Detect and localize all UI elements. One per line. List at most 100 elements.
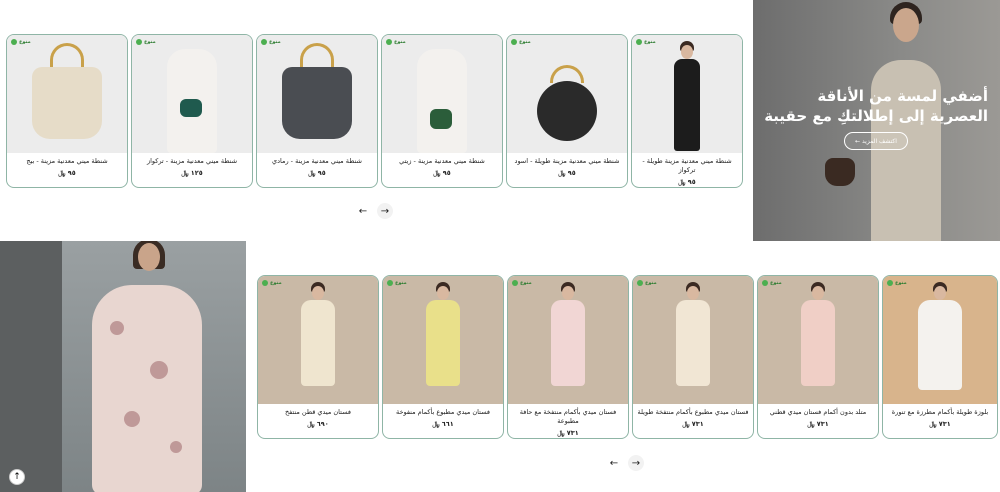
product-title[interactable]: شنطة ميني معدنية مزينة - تركواز — [132, 153, 252, 166]
product-price: ٧٣١ ﷼ — [557, 429, 579, 437]
product-title[interactable]: فستان ميدي قطن منتفخ — [258, 404, 378, 417]
product-image[interactable]: منوع — [633, 276, 753, 404]
product-card[interactable]: منوع فستان ميدي مطبوع بأكمام منفوخة ٦٦١ … — [382, 275, 504, 439]
product-image[interactable]: منوع — [758, 276, 878, 404]
bag-illustration — [537, 65, 597, 145]
carousel-prev-button[interactable]: ← — [606, 455, 622, 471]
scroll-to-top-button[interactable]: ↑ — [9, 469, 25, 485]
hero-model-bag — [825, 158, 855, 186]
product-card[interactable]: منوع فستان ميدي مطبوع بأكمام منتفخة طويل… — [632, 275, 754, 439]
model-dress — [92, 285, 202, 492]
product-title[interactable]: شنطة ميني معدنية مزينة - زيتي — [382, 153, 502, 166]
badge-label: منوع — [144, 39, 156, 45]
leaf-badge-icon — [637, 280, 643, 286]
product-title[interactable]: فستان ميدي مطبوع بأكمام منتفخة طويلة — [633, 404, 753, 417]
product-price: ٩٥ ﷼ — [308, 169, 326, 177]
model-head — [138, 243, 160, 271]
model-illustration — [162, 39, 222, 153]
leaf-badge-icon — [511, 39, 517, 45]
bag-illustration — [32, 43, 102, 143]
product-card[interactable]: منوع بلوزة طويلة بأكمام مطرزة مع تنورة ٧… — [882, 275, 998, 439]
leaf-badge-icon — [636, 39, 642, 45]
badge-label: منوع — [395, 280, 407, 286]
leaf-badge-icon — [262, 280, 268, 286]
product-title[interactable]: فستان ميدي مطبوع بأكمام منفوخة — [383, 404, 503, 417]
leaf-badge-icon — [136, 39, 142, 45]
badge-label: منوع — [19, 39, 31, 45]
product-title[interactable]: بلوزة طويلة بأكمام مطرزة مع تنورة — [883, 404, 997, 417]
model-illustration — [412, 39, 472, 153]
badge-label: منوع — [645, 280, 657, 286]
product-card[interactable]: منوع فستان ميدي قطن منتفخ ٦٩٠ ﷼ — [257, 275, 379, 439]
product-title[interactable]: شنطة ميني معدنية مزينة طويلة - تركواز — [632, 153, 742, 175]
product-image[interactable]: منوع — [508, 276, 628, 404]
arrow-left-icon: ← — [358, 205, 368, 217]
product-price: ٦٦١ ﷼ — [432, 420, 454, 428]
product-price: ١٢٥ ﷼ — [181, 169, 203, 177]
product-image[interactable]: منوع — [883, 276, 997, 404]
model-illustration — [667, 41, 707, 153]
brand-badge: منوع — [11, 39, 31, 45]
arrow-right-icon: → — [631, 457, 641, 469]
product-image[interactable]: منوع — [258, 276, 378, 404]
hero-banner[interactable]: أضفي لمسة من الأناقة العصرية إلى إطلالتك… — [753, 0, 1000, 241]
product-title[interactable]: شنطة ميني معدنية مزينة طويلة - اسود — [507, 153, 627, 166]
product-image[interactable]: منوع — [383, 276, 503, 404]
arrow-left-icon: ← — [609, 457, 619, 469]
leaf-badge-icon — [386, 39, 392, 45]
lifestyle-image[interactable] — [0, 241, 246, 492]
hero-cta-button[interactable]: اكتشف المزيد ← — [844, 132, 908, 150]
print-detail — [124, 411, 140, 427]
product-image[interactable]: منوع — [507, 35, 627, 153]
carousel-next-button[interactable]: → — [377, 203, 393, 219]
brand-badge: منوع — [762, 280, 782, 286]
badge-label: منوع — [394, 39, 406, 45]
page: منوع شنطة ميني معدنية مزينة - بيج ٩٥ ﷼ م… — [0, 0, 1000, 492]
product-image[interactable]: منوع — [632, 35, 742, 153]
model-illustration — [798, 282, 838, 402]
product-price: ٩٥ ﷼ — [433, 169, 451, 177]
product-card[interactable]: منوع شنطة ميني معدنية مزينة - رمادي ٩٥ ﷼ — [256, 34, 378, 188]
badge-label: منوع — [520, 280, 532, 286]
brand-badge: منوع — [386, 39, 406, 45]
product-title[interactable]: متلد بدون أكمام فستان ميدي قطني — [758, 404, 878, 417]
product-title[interactable]: شنطة ميني معدنية مزينة - رمادي — [257, 153, 377, 166]
bag-illustration — [282, 43, 352, 143]
brand-badge: منوع — [637, 280, 657, 286]
brand-badge: منوع — [512, 280, 532, 286]
model-illustration — [673, 282, 713, 402]
product-card[interactable]: منوع فستان ميدي بأكمام منتفخة مع حافة مط… — [507, 275, 629, 439]
print-detail — [150, 361, 168, 379]
print-detail — [110, 321, 124, 335]
hero-headline: أضفي لمسة من الأناقة العصرية إلى إطلالتك… — [764, 87, 988, 125]
brand-badge: منوع — [136, 39, 156, 45]
product-card[interactable]: منوع شنطة ميني معدنية مزينة طويلة - تركو… — [631, 34, 743, 188]
product-card[interactable]: منوع متلد بدون أكمام فستان ميدي قطني ٧٣١… — [757, 275, 879, 439]
product-price: ٧٣١ ﷼ — [807, 420, 829, 428]
brand-badge: منوع — [511, 39, 531, 45]
product-image[interactable]: منوع — [257, 35, 377, 153]
product-price: ٧٣١ ﷼ — [682, 420, 704, 428]
product-card[interactable]: منوع شنطة ميني معدنية مزينة - تركواز ١٢٥… — [131, 34, 253, 188]
arrow-up-icon: ↑ — [13, 472, 21, 482]
product-card[interactable]: منوع شنطة ميني معدنية مزينة - زيتي ٩٥ ﷼ — [381, 34, 503, 188]
product-image[interactable]: منوع — [382, 35, 502, 153]
leaf-badge-icon — [261, 39, 267, 45]
product-image[interactable]: منوع — [7, 35, 127, 153]
product-card[interactable]: منوع شنطة ميني معدنية مزينة - بيج ٩٥ ﷼ — [6, 34, 128, 188]
model-illustration — [298, 282, 338, 402]
stone-wall — [0, 241, 62, 492]
leaf-badge-icon — [11, 39, 17, 45]
carousel-prev-button[interactable]: ← — [355, 203, 371, 219]
product-card[interactable]: منوع شنطة ميني معدنية مزينة طويلة - اسود… — [506, 34, 628, 188]
badge-label: منوع — [644, 39, 656, 45]
leaf-badge-icon — [387, 280, 393, 286]
product-title[interactable]: فستان ميدي بأكمام منتفخة مع حافة مطبوعة — [508, 404, 628, 426]
carousel-next-button[interactable]: → — [628, 455, 644, 471]
product-title[interactable]: شنطة ميني معدنية مزينة - بيج — [7, 153, 127, 166]
brand-badge: منوع — [636, 39, 656, 45]
model-illustration — [423, 282, 463, 402]
brand-badge: منوع — [261, 39, 281, 45]
arrow-right-icon: → — [380, 205, 390, 217]
product-image[interactable]: منوع — [132, 35, 252, 153]
